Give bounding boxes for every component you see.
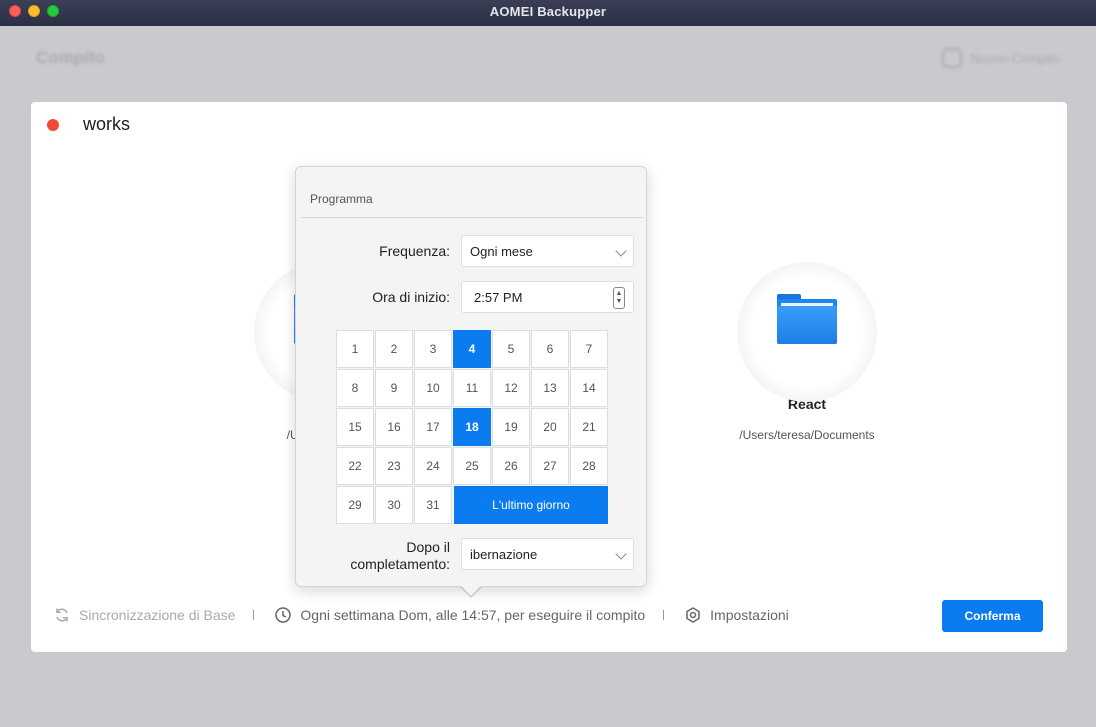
task-options-bar: Sincronizzazione di Base Ogni settimana …: [53, 600, 789, 630]
calendar-day-1[interactable]: 1: [336, 330, 374, 368]
calendar-day-16[interactable]: 16: [375, 408, 413, 446]
calendar-day-2[interactable]: 2: [375, 330, 413, 368]
calendar-day-22[interactable]: 22: [336, 447, 374, 485]
new-task-icon: [942, 48, 963, 68]
settings-option[interactable]: Impostazioni: [684, 606, 789, 624]
schedule-option[interactable]: Ogni settimana Dom, alle 14:57, per eseg…: [274, 606, 645, 624]
frequency-label: Frequenza:: [379, 243, 450, 259]
calendar-day-15[interactable]: 15: [336, 408, 374, 446]
after-completion-select[interactable]: ibernazione: [461, 538, 634, 570]
calendar-day-21[interactable]: 21: [570, 408, 608, 446]
start-time-field[interactable]: 2:57 PM ▲ ▼: [461, 281, 634, 313]
calendar-day-13[interactable]: 13: [531, 369, 569, 407]
confirm-button[interactable]: Conferma: [942, 600, 1043, 632]
calendar-day-12[interactable]: 12: [492, 369, 530, 407]
gear-icon: [686, 607, 700, 623]
task-status-dot: [47, 119, 59, 131]
chevron-down-icon: [615, 245, 627, 257]
after-completion-label: Dopo il completamento:: [350, 539, 450, 573]
calendar-day-25[interactable]: 25: [453, 447, 491, 485]
settings-label: Impostazioni: [710, 607, 789, 623]
calendar-day-17[interactable]: 17: [414, 408, 452, 446]
zoom-window-button[interactable]: [47, 5, 59, 17]
calendar-day-28[interactable]: 28: [570, 447, 608, 485]
calendar-day-7[interactable]: 7: [570, 330, 608, 368]
calendar-day-18[interactable]: 18: [453, 408, 491, 446]
time-stepper-icon[interactable]: ▲ ▼: [613, 287, 625, 309]
background-page-title: Compito: [36, 48, 105, 67]
close-window-button[interactable]: [9, 5, 21, 17]
minimize-window-button[interactable]: [28, 5, 40, 17]
calendar-day-19[interactable]: 19: [492, 408, 530, 446]
calendar-day-27[interactable]: 27: [531, 447, 569, 485]
calendar-day-20[interactable]: 20: [531, 408, 569, 446]
calendar-day-11[interactable]: 11: [453, 369, 491, 407]
popover-arrow: [461, 586, 481, 596]
window-title: AOMEI Backupper: [489, 4, 607, 19]
calendar-day-14[interactable]: 14: [570, 369, 608, 407]
destination-folder-halo: [737, 262, 877, 402]
schedule-label: Ogni settimana Dom, alle 14:57, per eseg…: [300, 607, 646, 623]
chevron-down-icon: [615, 548, 627, 560]
frequency-select[interactable]: Ogni mese: [461, 235, 634, 267]
calendar-day-9[interactable]: 9: [375, 369, 413, 407]
start-time-value: 2:57 PM: [474, 289, 523, 305]
calendar-day-8[interactable]: 8: [336, 369, 374, 407]
background-new-task-button: Nuovo Compito: [942, 48, 1060, 68]
calendar-day-31[interactable]: 31: [414, 486, 452, 524]
start-time-label: Ora di inizio:: [372, 289, 450, 305]
sync-mode-label: Sincronizzazione di Base: [79, 607, 236, 623]
calendar-day-24[interactable]: 24: [414, 447, 452, 485]
task-name[interactable]: works: [83, 114, 130, 135]
divider: [663, 610, 665, 620]
schedule-popover: Programma Frequenza: Ogni mese Ora di in…: [295, 166, 647, 587]
calendar-day-4[interactable]: 4: [453, 330, 491, 368]
divider: [253, 610, 255, 620]
calendar-day-26[interactable]: 26: [492, 447, 530, 485]
after-completion-value: ibernazione: [470, 546, 538, 562]
calendar-day-23[interactable]: 23: [375, 447, 413, 485]
frequency-value: Ogni mese: [470, 243, 533, 259]
calendar-day-30[interactable]: 30: [375, 486, 413, 524]
title-bar: AOMEI Backupper: [0, 0, 1096, 26]
calendar-day-29[interactable]: 29: [336, 486, 374, 524]
sync-icon: [56, 608, 68, 622]
after-completion-label-line2: completamento:: [350, 556, 450, 572]
folder-icon: [777, 294, 837, 344]
calendar-day-3[interactable]: 3: [414, 330, 452, 368]
calendar-day-6[interactable]: 6: [531, 330, 569, 368]
sync-mode-option[interactable]: Sincronizzazione di Base: [53, 606, 235, 624]
popover-title: Programma: [310, 192, 373, 206]
after-completion-label-line1: Dopo il: [406, 539, 450, 555]
destination-folder[interactable]: React /Users/teresa/Documents: [697, 262, 917, 442]
destination-folder-path: /Users/teresa/Documents: [739, 428, 875, 442]
calendar-day-5[interactable]: 5: [492, 330, 530, 368]
popover-divider: [301, 217, 643, 218]
calendar-day-10[interactable]: 10: [414, 369, 452, 407]
last-day-button[interactable]: L'ultimo giorno: [454, 486, 608, 524]
clock-icon: [275, 607, 292, 623]
background-new-task-label: Nuovo Compito: [970, 50, 1060, 66]
